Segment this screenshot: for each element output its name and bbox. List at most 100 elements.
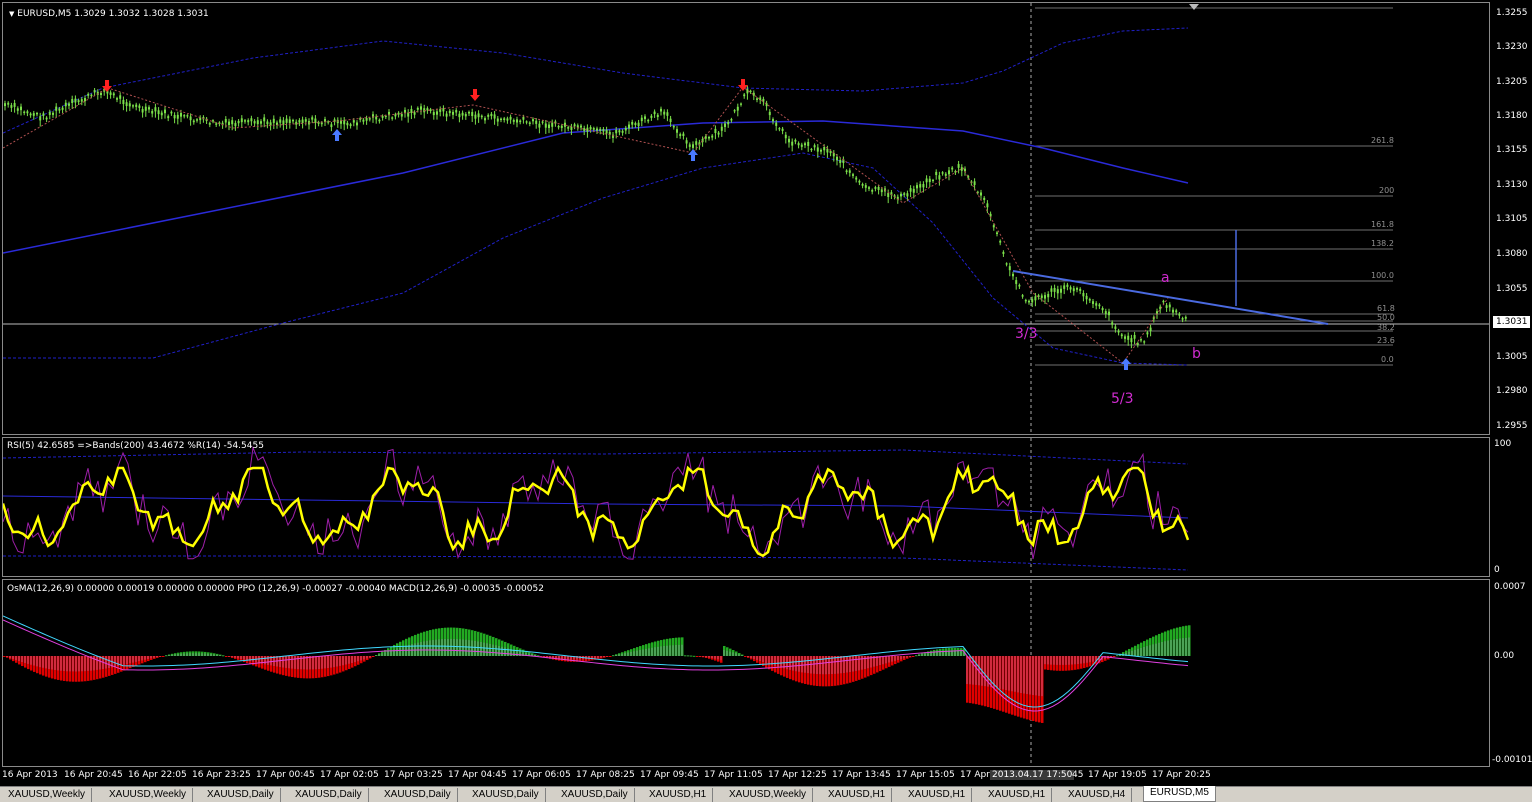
time-label: 17 Apr 04:45 bbox=[448, 770, 507, 780]
price-candle-body bbox=[1101, 308, 1104, 311]
price-scale[interactable]: 1.3255 1.3230 1.3205 1.3180 1.3155 1.313… bbox=[1490, 2, 1532, 435]
macd-scale[interactable]: 0.0007 0.00 -0.00101 bbox=[1490, 579, 1532, 767]
price-candle-body bbox=[861, 184, 864, 186]
chart-tab[interactable]: XAUUSD,H4 bbox=[1062, 788, 1133, 802]
price-candle-body bbox=[1098, 304, 1101, 307]
price-candle-body bbox=[480, 115, 483, 118]
price-candle-body bbox=[253, 121, 256, 124]
price-candle-body bbox=[244, 120, 246, 122]
price-candle-body bbox=[29, 113, 32, 116]
chart-tab[interactable]: XAUUSD,Daily bbox=[201, 788, 281, 802]
price-candle-body bbox=[320, 122, 323, 125]
price-candle-body bbox=[80, 99, 83, 102]
price-candle-body bbox=[810, 148, 813, 151]
triangle-down-icon[interactable]: ▼ bbox=[9, 10, 14, 18]
price-candle-body bbox=[599, 128, 602, 131]
price-candle-body bbox=[378, 119, 381, 122]
price-candle-body bbox=[973, 181, 976, 185]
price-candle-body bbox=[1111, 322, 1114, 325]
price-candle-body bbox=[788, 138, 790, 143]
price-candle-body bbox=[548, 124, 550, 128]
price-candle-body bbox=[224, 119, 227, 123]
price-candle-body bbox=[756, 98, 758, 100]
chart-tab[interactable]: XAUUSD,H1 bbox=[902, 788, 973, 802]
time-label: 16 Apr 23:25 bbox=[192, 770, 251, 780]
chart-tab[interactable]: XAUUSD,Weekly bbox=[103, 788, 194, 802]
price-candle-body bbox=[48, 112, 51, 115]
chart-tab[interactable]: XAUUSD,H1 bbox=[643, 788, 714, 802]
time-label: 17 Apr 19:05 bbox=[1088, 770, 1147, 780]
price-candle-body bbox=[36, 112, 38, 115]
price-candle-body bbox=[496, 118, 499, 122]
price-candle-body bbox=[343, 120, 346, 125]
osma-histogram-bar bbox=[690, 655, 693, 657]
price-candle-body bbox=[628, 124, 630, 129]
chart-tab[interactable]: XAUUSD,Weekly bbox=[2, 788, 93, 802]
price-candle-body bbox=[58, 108, 61, 111]
price-candle-body bbox=[1034, 296, 1037, 301]
price-candle-body bbox=[1060, 288, 1062, 293]
price-label: 1.3080 bbox=[1496, 249, 1528, 259]
price-candle-body bbox=[461, 112, 464, 116]
price-candle-body bbox=[906, 193, 909, 197]
price-candle-body bbox=[292, 119, 294, 122]
price-candle-body bbox=[583, 128, 586, 131]
price-candle-body bbox=[116, 98, 118, 100]
zigzag-line bbox=[3, 86, 1169, 364]
price-candle-body bbox=[157, 110, 160, 115]
price-candle-body bbox=[1044, 295, 1046, 299]
macd-title: OsMA(12,26,9) 0.00000 0.00019 0.00000 0.… bbox=[7, 584, 544, 594]
price-candle-body bbox=[692, 144, 694, 148]
price-candle-body bbox=[448, 110, 451, 114]
main-chart-pane[interactable]: ▼ EURUSD,M5 1.3029 1.3032 1.3028 1.3031 … bbox=[2, 2, 1490, 435]
price-candle-body bbox=[826, 148, 829, 153]
chart-tab[interactable]: XAUUSD,Daily bbox=[555, 788, 635, 802]
price-candle-body bbox=[1053, 287, 1056, 292]
osma-histogram-bar bbox=[609, 656, 612, 657]
time-label: 17 Apr 11:05 bbox=[704, 770, 763, 780]
time-label: 17 Apr 00:45 bbox=[256, 770, 315, 780]
chart-tab[interactable]: XAUUSD,H1 bbox=[822, 788, 893, 802]
chart-tab[interactable]: XAUUSD,Daily bbox=[378, 788, 458, 802]
price-candle-body bbox=[458, 113, 461, 118]
price-candle-body bbox=[1040, 295, 1043, 298]
price-candle-body bbox=[39, 116, 42, 121]
rsi-canvas[interactable] bbox=[3, 438, 1490, 577]
price-candle-body bbox=[4, 103, 6, 107]
macd-indicator-pane[interactable]: OsMA(12,26,9) 0.00000 0.00019 0.00000 0.… bbox=[2, 579, 1490, 767]
price-candle-body bbox=[256, 120, 259, 125]
chart-tab[interactable]: XAUUSD,Daily bbox=[289, 788, 369, 802]
price-candle-body bbox=[173, 115, 176, 119]
price-candle-body bbox=[666, 112, 669, 116]
chart-tab[interactable]: XAUUSD,Weekly bbox=[723, 788, 814, 802]
rsi-indicator-pane[interactable]: RSI(5) 42.6585 =>Bands(200) 43.4672 %R(1… bbox=[2, 437, 1490, 577]
price-candle-body bbox=[839, 160, 842, 164]
price-candle-body bbox=[471, 112, 474, 117]
price-candle-body bbox=[413, 112, 416, 115]
time-label: 17 Apr 15:05 bbox=[896, 770, 955, 780]
wave-label-a: a bbox=[1161, 270, 1170, 286]
price-candle-body bbox=[74, 98, 77, 103]
price-candle-body bbox=[272, 118, 275, 123]
price-candle-body bbox=[154, 107, 157, 112]
macd-canvas[interactable] bbox=[3, 580, 1490, 767]
price-candle-body bbox=[816, 147, 819, 152]
price-candle-body bbox=[800, 144, 803, 147]
chart-tab[interactable]: XAUUSD,Daily bbox=[466, 788, 546, 802]
active-chart-tab[interactable]: EURUSD,M5 bbox=[1143, 786, 1216, 802]
price-chart-canvas[interactable] bbox=[3, 3, 1490, 435]
price-candle-body bbox=[52, 112, 54, 115]
price-candle-body bbox=[855, 177, 858, 180]
rsi-scale[interactable]: 100 0 bbox=[1490, 437, 1532, 577]
price-candle-body bbox=[717, 132, 720, 135]
chart-tab[interactable]: XAUUSD,H1 bbox=[982, 788, 1053, 802]
price-candle-body bbox=[180, 112, 182, 117]
price-candle-body bbox=[196, 119, 198, 121]
price-candle-body bbox=[903, 193, 906, 195]
time-axis[interactable]: 16 Apr 2013 16 Apr 20:45 16 Apr 22:05 16… bbox=[0, 767, 1532, 784]
price-candle-body bbox=[714, 128, 717, 134]
price-candle-body bbox=[1178, 313, 1181, 316]
price-candle-body bbox=[775, 122, 778, 126]
price-candle-body bbox=[1162, 300, 1165, 303]
price-candle-body bbox=[743, 94, 746, 97]
